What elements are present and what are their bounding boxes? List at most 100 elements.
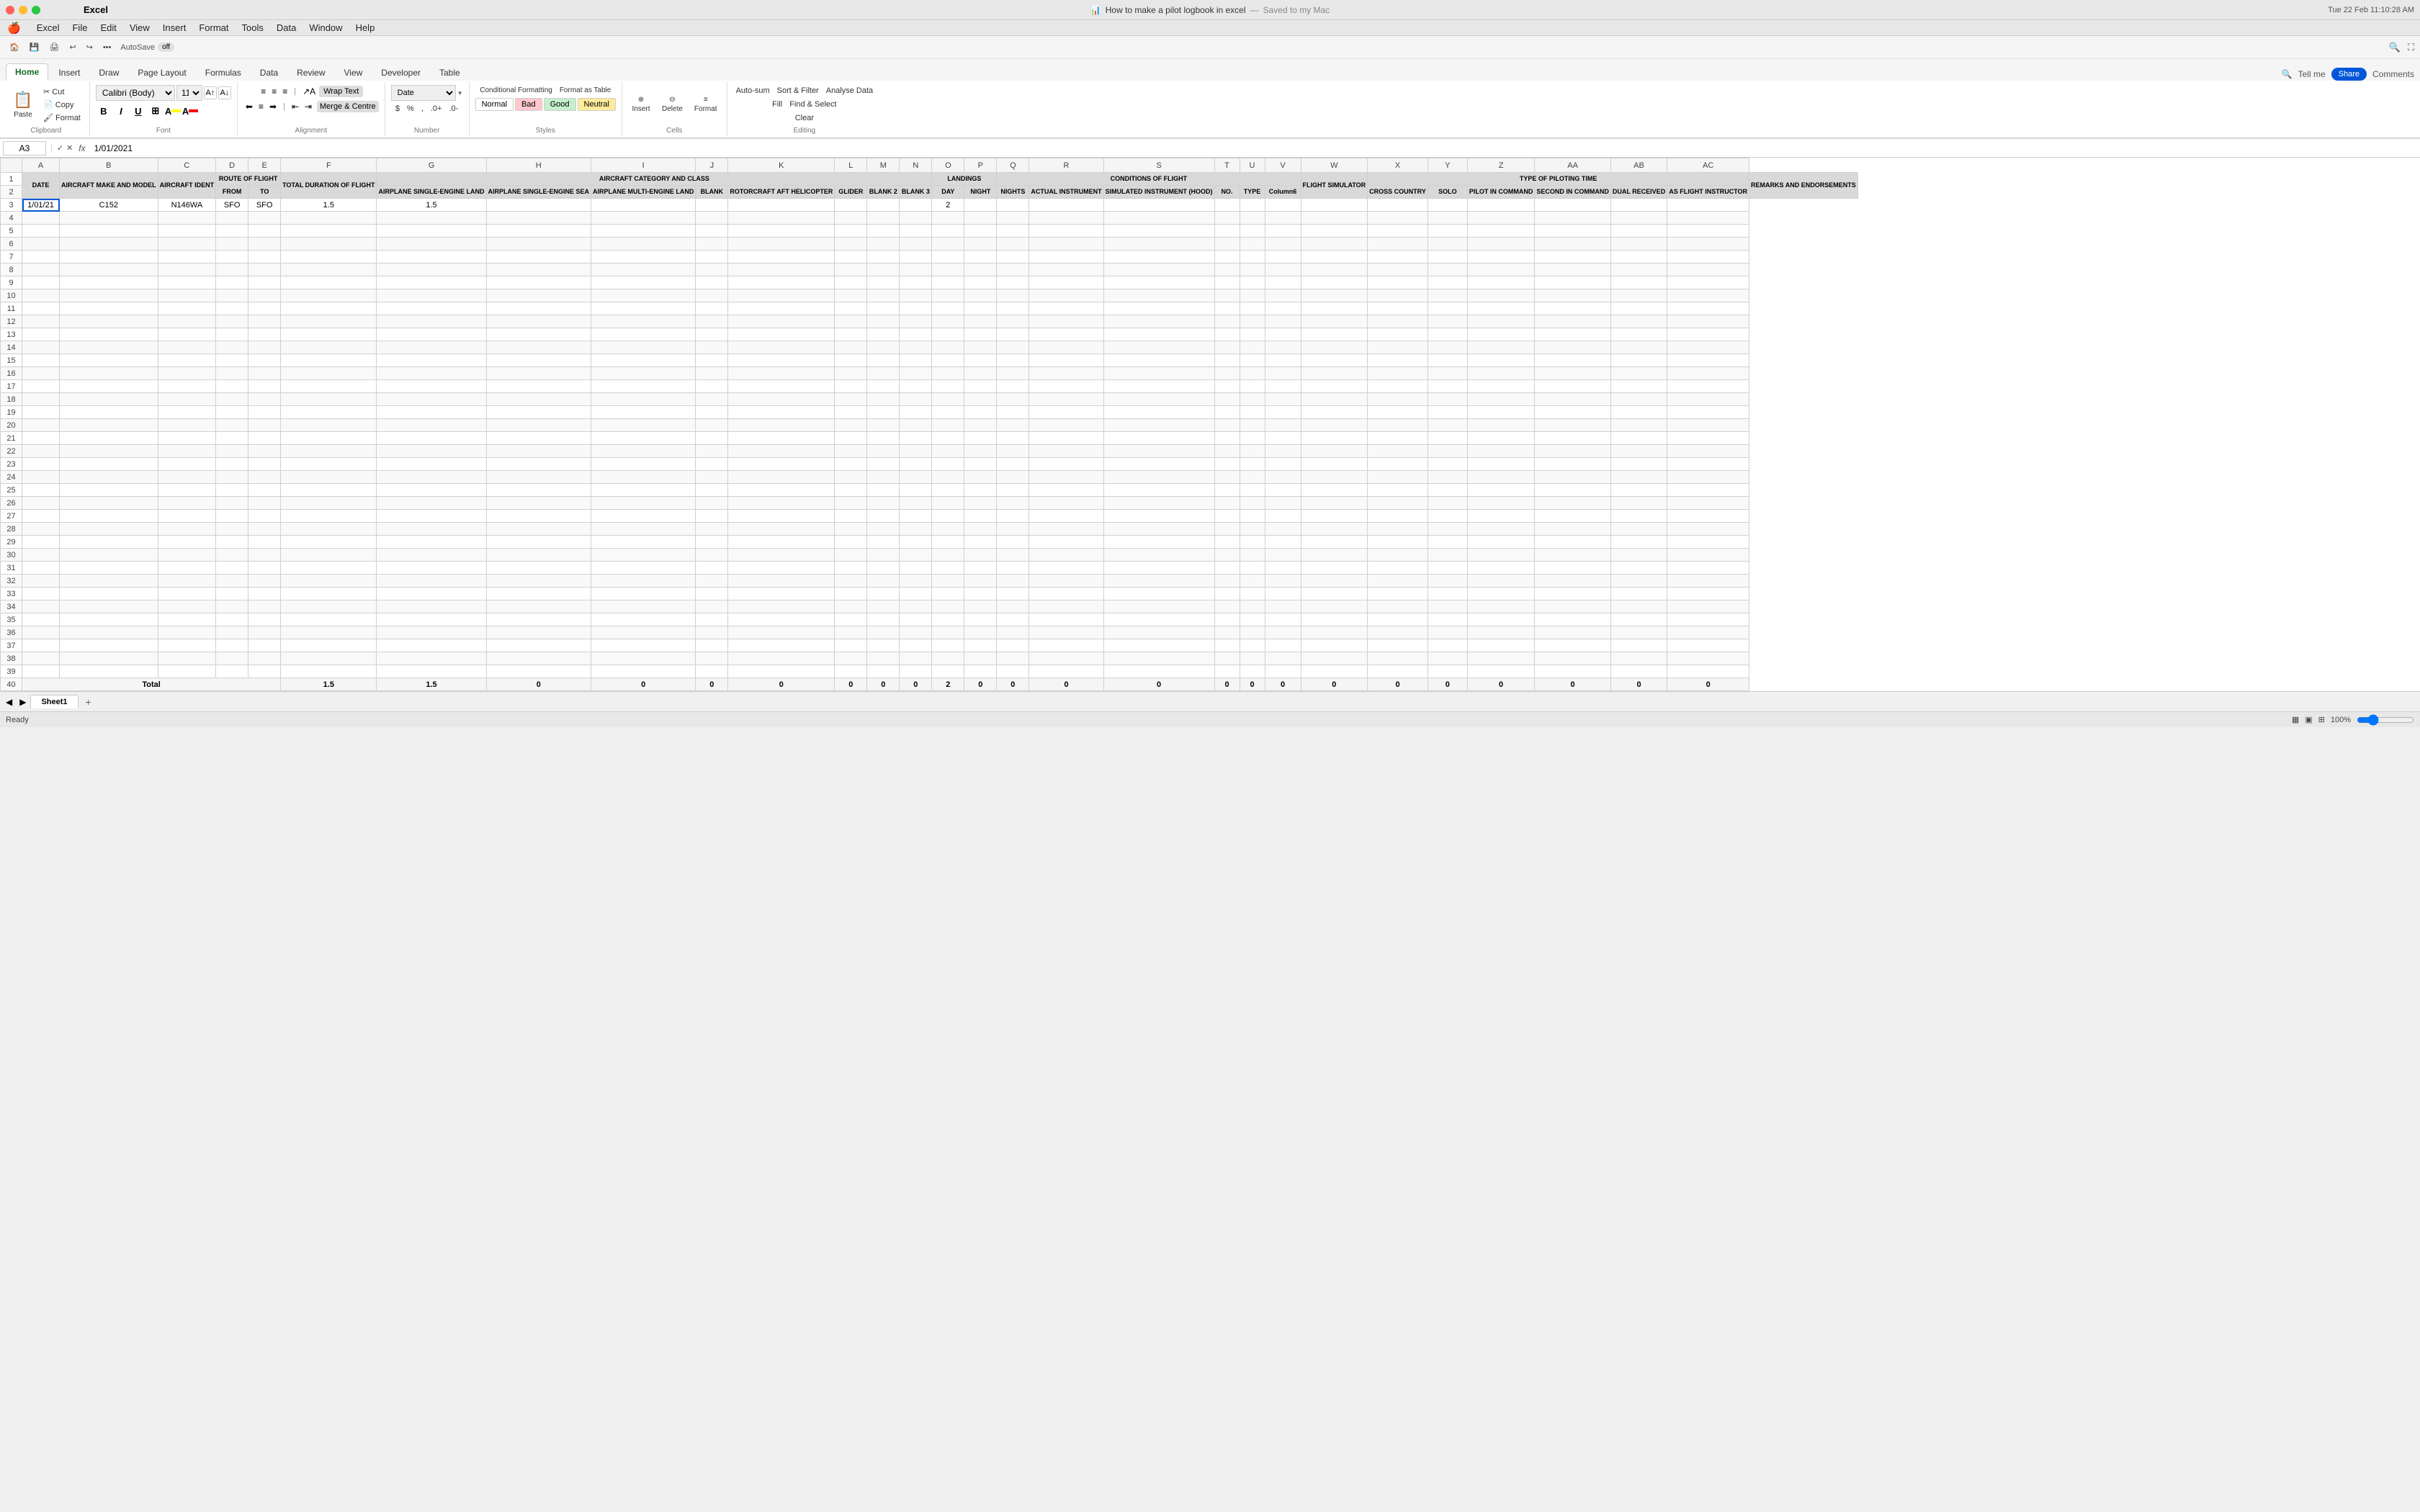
style-normal[interactable]: Normal	[475, 98, 514, 111]
col-header-O[interactable]: O	[932, 158, 964, 173]
cancel-icon[interactable]: ✕	[66, 143, 73, 153]
more-icon[interactable]: •••	[99, 42, 115, 53]
comments-button[interactable]: Comments	[2372, 69, 2414, 79]
cell-D3[interactable]: SFO	[216, 199, 248, 212]
maximize-button[interactable]	[32, 6, 40, 14]
currency-button[interactable]: $	[393, 103, 403, 114]
col-header-K[interactable]: K	[728, 158, 835, 173]
col-header-W[interactable]: W	[1301, 158, 1368, 173]
sort-filter-button[interactable]: Sort & Filter	[774, 85, 822, 96]
col-header-V[interactable]: V	[1265, 158, 1301, 173]
cell-Z3[interactable]	[1467, 199, 1535, 212]
menu-excel[interactable]: Excel	[31, 21, 66, 35]
menu-window[interactable]: Window	[303, 21, 348, 35]
col-header-D[interactable]: D	[216, 158, 248, 173]
analyse-data-button[interactable]: Analyse Data	[823, 85, 876, 96]
align-right-button[interactable]: ➡	[267, 100, 279, 113]
cell-Q3[interactable]	[997, 199, 1029, 212]
cell-S3[interactable]	[1103, 199, 1214, 212]
total-glider[interactable]: 0	[835, 678, 867, 691]
italic-button[interactable]: I	[113, 103, 129, 119]
font-size-select[interactable]: 11	[176, 85, 202, 101]
cell-X3[interactable]	[1368, 199, 1428, 212]
row-num-1[interactable]: 1	[1, 173, 22, 186]
format-as-table-button[interactable]: Format as Table	[557, 85, 614, 96]
cell-U3[interactable]	[1240, 199, 1265, 212]
total-nights[interactable]: 0	[997, 678, 1029, 691]
total-se-sea[interactable]: 0	[486, 678, 591, 691]
tab-view[interactable]: View	[336, 65, 372, 81]
cell-A3[interactable]: 1/01/21	[22, 199, 60, 212]
clear-button[interactable]: Clear	[792, 112, 817, 124]
menu-tools[interactable]: Tools	[236, 21, 269, 35]
total-blank2[interactable]: 0	[867, 678, 900, 691]
cell-G3[interactable]: 1.5	[377, 199, 486, 212]
wrap-text-button[interactable]: Wrap Text	[319, 86, 363, 97]
indent-decrease-button[interactable]: ⇤	[290, 100, 301, 113]
total-no[interactable]: 0	[1214, 678, 1240, 691]
total-pic[interactable]: 0	[1428, 678, 1467, 691]
cell-M3[interactable]	[867, 199, 900, 212]
total-actual-inst[interactable]: 0	[1029, 678, 1103, 691]
tab-developer[interactable]: Developer	[372, 65, 429, 81]
cell-AB3[interactable]	[1610, 199, 1667, 212]
cell-reference-box[interactable]	[3, 141, 46, 156]
col-header-C[interactable]: C	[158, 158, 216, 173]
zoom-slider[interactable]	[2357, 714, 2414, 726]
find-select-button[interactable]: Find & Select	[786, 99, 839, 110]
align-left-button[interactable]: ⬅	[243, 100, 255, 113]
total-sim-inst[interactable]: 0	[1103, 678, 1214, 691]
save-icon[interactable]: 💾	[26, 41, 43, 53]
col-header-AB[interactable]: AB	[1610, 158, 1667, 173]
total-sic[interactable]: 0	[1467, 678, 1535, 691]
total-solo[interactable]: 0	[1368, 678, 1428, 691]
style-good[interactable]: Good	[544, 98, 576, 111]
col-header-J[interactable]: J	[696, 158, 728, 173]
menu-insert[interactable]: Insert	[157, 21, 192, 35]
cut-button[interactable]: ✂ Cut	[40, 86, 67, 98]
cell-AC3[interactable]	[1667, 199, 1749, 212]
cell-Y3[interactable]	[1428, 199, 1467, 212]
tab-table[interactable]: Table	[431, 65, 469, 81]
row-num-40[interactable]: 40	[1, 678, 22, 691]
row-num-2[interactable]: 2	[1, 186, 22, 199]
indent-increase-button[interactable]: ⇥	[302, 100, 314, 113]
total-dual-received[interactable]: 0	[1535, 678, 1611, 691]
search-icon[interactable]: 🔍	[2389, 42, 2401, 53]
insert-button[interactable]: ⊕ Insert	[628, 94, 654, 115]
conditional-formatting-button[interactable]: Conditional Formatting	[477, 85, 555, 96]
delete-button[interactable]: ⊖ Delete	[658, 94, 686, 115]
cell-V3[interactable]	[1265, 199, 1301, 212]
font-increase-button[interactable]: A↑	[204, 86, 217, 99]
align-top-right-button[interactable]: ≡	[280, 85, 290, 98]
cell-F3[interactable]: 1.5	[281, 199, 377, 212]
cell-A4[interactable]	[22, 212, 60, 225]
total-blank[interactable]: 0	[696, 678, 728, 691]
tab-data[interactable]: Data	[251, 65, 287, 81]
col-header-I[interactable]: I	[591, 158, 696, 173]
col-header-AC[interactable]: AC	[1667, 158, 1749, 173]
col-header-G[interactable]: G	[377, 158, 486, 173]
comma-button[interactable]: ,	[418, 103, 426, 114]
bold-button[interactable]: B	[96, 103, 112, 119]
total-blank3[interactable]: 0	[900, 678, 932, 691]
col-header-H[interactable]: H	[486, 158, 591, 173]
col-header-T[interactable]: T	[1214, 158, 1240, 173]
fullscreen-icon[interactable]: ⛶	[2408, 42, 2414, 53]
total-label[interactable]: Total	[22, 678, 281, 691]
merge-center-button[interactable]: Merge & Centre	[317, 101, 379, 112]
cell-W3[interactable]	[1301, 199, 1368, 212]
menu-view[interactable]: View	[124, 21, 156, 35]
format-button[interactable]: ≡ Format	[691, 94, 721, 115]
view-page-break-icon[interactable]: ⊞	[2318, 715, 2325, 724]
tab-review[interactable]: Review	[288, 65, 333, 81]
col-header-Y[interactable]: Y	[1428, 158, 1467, 173]
col-header-E[interactable]: E	[248, 158, 281, 173]
decimal-increase-button[interactable]: .0+	[428, 103, 445, 114]
total-night[interactable]: 0	[964, 678, 997, 691]
total-duration[interactable]: 1.5	[281, 678, 377, 691]
font-name-select[interactable]: Calibri (Body)	[96, 85, 175, 101]
menu-file[interactable]: File	[66, 21, 93, 35]
cell-B3[interactable]: C152	[60, 199, 158, 212]
border-button[interactable]: ⊞	[148, 103, 163, 119]
